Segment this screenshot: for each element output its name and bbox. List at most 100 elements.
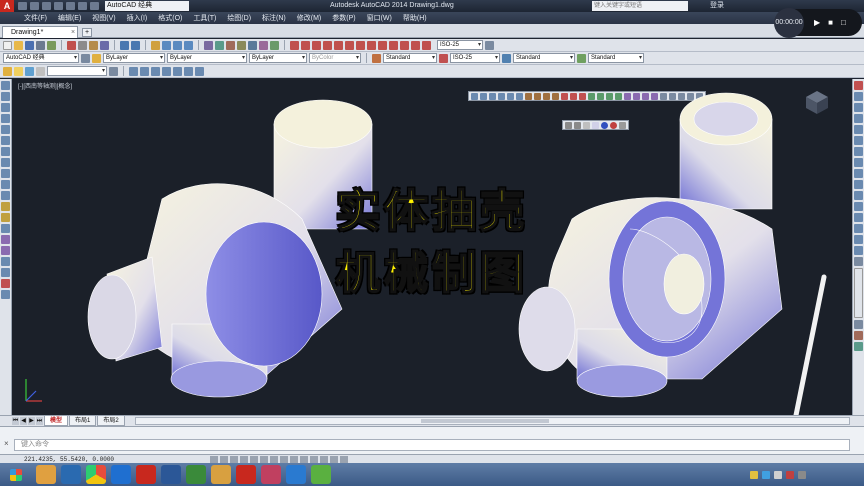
prev-layout-icon[interactable]: ◀ [20,417,27,425]
explode-icon[interactable] [854,246,863,255]
point-icon[interactable] [1,224,10,233]
grid-display-icon[interactable] [230,455,238,463]
first-layout-icon[interactable]: ⏮ [12,417,19,425]
region-icon[interactable] [1,257,10,266]
dynamic-ucs-icon[interactable] [290,455,298,463]
exit-icon[interactable]: □ [841,18,846,27]
bulb-icon[interactable] [14,66,23,76]
dim-arc-icon[interactable] [312,40,321,50]
line-icon[interactable] [129,66,138,76]
new-tab-button[interactable]: + [82,28,92,37]
coordinate-readout[interactable]: 221.4235, 55.5420, 0.0000 [0,456,210,463]
linetype-select[interactable]: ByLayer [167,53,247,63]
rectangle-icon[interactable] [1,125,10,134]
arc-icon[interactable] [1,136,10,145]
dynamic-input-icon[interactable] [300,455,308,463]
redo-icon[interactable] [90,2,99,10]
zoom-realtime-icon[interactable] [162,40,171,50]
scale-icon[interactable] [854,158,863,167]
undo-icon[interactable] [120,40,129,50]
last-layout-icon[interactable]: ⏭ [36,417,43,425]
menu-window[interactable]: 窗口(W) [367,13,392,23]
menu-edit[interactable]: 编辑(E) [58,13,81,23]
menu-help[interactable]: 帮助(H) [403,13,427,23]
sheet-set-icon[interactable] [237,40,246,50]
transparency-icon[interactable] [320,455,328,463]
match-properties-icon[interactable] [100,40,109,50]
object-snap-icon[interactable] [260,455,268,463]
tab-layout1[interactable]: 布局1 [69,416,97,426]
chamfer-icon[interactable] [854,224,863,233]
quick-properties-icon[interactable] [330,455,338,463]
fillet-icon[interactable] [854,235,863,244]
markup-icon[interactable] [248,40,257,50]
design-center-icon[interactable] [215,40,224,50]
open-icon[interactable] [30,2,39,10]
tab-model[interactable]: 模型 [44,416,69,426]
layer-select[interactable] [47,66,107,76]
paste-icon[interactable] [89,40,98,50]
dim-style-select[interactable]: ISO-25 [437,40,483,50]
line-icon[interactable] [1,81,10,90]
sun-icon[interactable] [25,66,34,76]
move-icon[interactable] [854,136,863,145]
center-mark-icon[interactable] [411,40,420,50]
mleader-style-select[interactable]: Standard [588,53,644,63]
pdf-icon[interactable] [261,465,281,484]
zoom-window-icon[interactable] [173,40,182,50]
lock-icon[interactable] [36,66,45,76]
arc-icon[interactable] [184,66,193,76]
polygon-icon[interactable] [162,66,171,76]
menu-file[interactable]: 文件(F) [24,13,47,23]
3d-object-snap-icon[interactable] [270,455,278,463]
revcloud-icon[interactable] [1,158,10,167]
properties-icon[interactable] [204,40,213,50]
layer-icon[interactable] [3,66,12,76]
folder-icon[interactable] [211,465,231,484]
lineweight-icon[interactable] [310,455,318,463]
login-link[interactable]: 登录 [710,0,724,12]
ortho-mode-icon[interactable] [240,455,248,463]
menu-draw[interactable]: 绘图(D) [227,13,251,23]
network-icon[interactable] [762,470,770,479]
new-icon[interactable] [3,40,12,50]
break-icon[interactable] [854,202,863,211]
redo-icon[interactable] [131,40,140,50]
tolerance-icon[interactable] [400,40,409,50]
workspace-settings-icon[interactable] [81,53,90,63]
gradient-icon[interactable] [1,246,10,255]
erase-icon[interactable] [854,81,863,90]
table-icon[interactable] [1,268,10,277]
close-icon[interactable]: × [71,29,77,36]
autocad-alt-icon[interactable] [236,465,256,484]
ellipse-icon[interactable] [1,180,10,189]
menu-tools[interactable]: 工具(T) [193,13,216,23]
saveas-icon[interactable] [54,2,63,10]
browser-icon[interactable] [186,465,206,484]
copy-object-icon[interactable] [854,92,863,101]
horizontal-scrollbar[interactable] [134,417,850,425]
save-icon[interactable] [25,40,34,50]
search-input[interactable]: 键入关键字或短语 [592,1,688,11]
selection-cycling-icon[interactable] [340,455,348,463]
tray-icon[interactable] [750,470,758,479]
command-input[interactable]: 键入命令 [14,439,850,451]
player-icon[interactable] [311,465,331,484]
join-icon[interactable] [854,213,863,222]
menu-format[interactable]: 格式(O) [158,13,182,23]
dim-style-icon[interactable] [485,40,494,50]
tool-palettes-icon[interactable] [226,40,235,50]
circle-icon[interactable] [195,66,204,76]
dim-ordinate-icon[interactable] [323,40,332,50]
color-select[interactable]: ByLayer [103,53,165,63]
zoom-previous-icon[interactable] [184,40,193,50]
dim-style-select-2[interactable]: ISO-25 [450,53,500,63]
quick-dim-icon[interactable] [367,40,376,50]
circle-icon[interactable] [1,147,10,156]
mtext-icon[interactable] [1,279,10,288]
make-block-icon[interactable] [1,213,10,222]
tab-drawing1[interactable]: Drawing1* × [2,26,78,38]
cut-icon[interactable] [67,40,76,50]
rotate-icon[interactable] [854,147,863,156]
scroll-down-icon[interactable] [854,320,863,329]
